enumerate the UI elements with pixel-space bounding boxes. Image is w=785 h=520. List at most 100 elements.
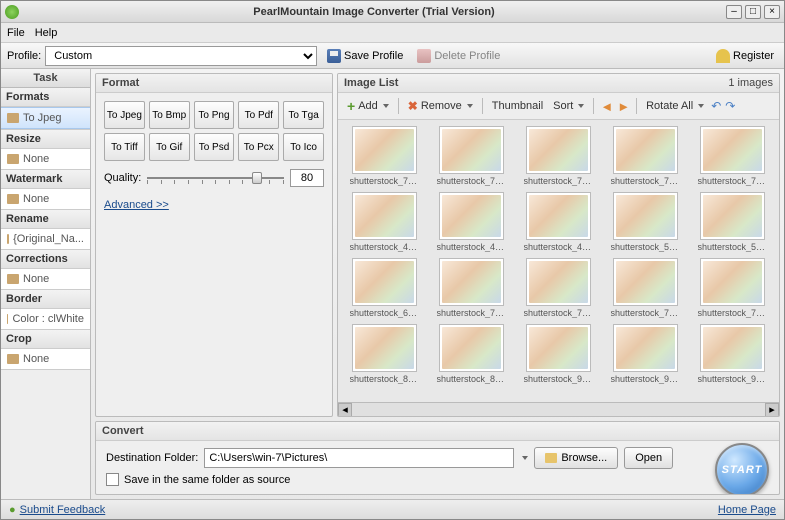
profile-select[interactable]: Custom (45, 46, 317, 66)
thumbnail-item[interactable]: shutterstock_93763... (605, 324, 686, 384)
thumbnail-item[interactable]: shutterstock_75987... (518, 126, 599, 186)
thumbnail-image (526, 324, 591, 372)
delete-icon (417, 49, 431, 63)
rotate-all-button[interactable]: Rotate All (643, 98, 707, 114)
maximize-button[interactable]: □ (745, 5, 761, 19)
thumbnail-item[interactable]: shutterstock_80504... (344, 324, 425, 384)
thumbnail-item[interactable]: shutterstock_44825... (344, 192, 425, 252)
sidebar-item-watermark[interactable]: None (1, 189, 90, 209)
sidebar-item-crop[interactable]: None (1, 349, 90, 369)
thumbnail-image (439, 192, 504, 240)
thumbnail-item[interactable]: shutterstock_75987... (692, 126, 773, 186)
thumbnail-image (439, 324, 504, 372)
item-icon (7, 274, 19, 284)
thumbnail-item[interactable]: shutterstock_70341... (518, 258, 599, 318)
submit-feedback-link[interactable]: Submit Feedback (20, 504, 106, 516)
sidebar-item-resize[interactable]: None (1, 149, 90, 169)
format-btn-to-pcx[interactable]: To Pcx (238, 133, 279, 161)
samefolder-label: Save in the same folder as source (124, 474, 290, 486)
remove-button[interactable]: ✖Remove (405, 97, 476, 115)
rotate-left-icon[interactable]: ↶ (711, 99, 721, 113)
thumbnail-item[interactable]: shutterstock_48115... (518, 192, 599, 252)
quality-value[interactable]: 80 (290, 169, 324, 187)
format-btn-to-bmp[interactable]: To Bmp (149, 101, 190, 129)
thumbnail-caption: shutterstock_75987... (698, 176, 768, 186)
format-btn-to-tiff[interactable]: To Tiff (104, 133, 145, 161)
sidebar-group-formats[interactable]: Formats (1, 88, 90, 107)
sidebar-item-rename[interactable]: {Original_Na... (1, 229, 90, 249)
sort-button[interactable]: Sort (550, 98, 587, 114)
sidebar-item-border[interactable]: Color : clWhite (1, 309, 90, 329)
format-buttons-grid: To JpegTo BmpTo PngTo PdfTo TgaTo TiffTo… (104, 101, 324, 161)
thumbnail-item[interactable]: shutterstock_66900... (344, 258, 425, 318)
browse-button[interactable]: Browse... (534, 447, 618, 469)
scroll-left-button[interactable]: ◂ (338, 403, 352, 417)
register-button[interactable]: Register (712, 47, 778, 65)
format-btn-to-png[interactable]: To Png (194, 101, 235, 129)
thumbnail-caption: shutterstock_75987... (611, 176, 681, 186)
format-panel: Format To JpegTo BmpTo PngTo PdfTo TgaTo… (95, 73, 333, 417)
dest-dropdown[interactable] (522, 456, 528, 460)
scroll-right-button[interactable]: ▸ (765, 403, 779, 417)
thumbnail-caption: shutterstock_83199... (437, 374, 507, 384)
close-button[interactable]: × (764, 5, 780, 19)
menu-file[interactable]: File (7, 27, 25, 39)
thumbnail-item[interactable]: shutterstock_95676... (692, 324, 773, 384)
rotate-right-icon[interactable]: ↷ (725, 99, 735, 113)
statusbar: ● Submit Feedback Home Page (1, 499, 784, 519)
advanced-link[interactable]: Advanced >> (104, 195, 324, 211)
minimize-button[interactable]: – (726, 5, 742, 19)
thumbnail-caption: shutterstock_75987... (698, 308, 768, 318)
imagelist-count: 1 images (728, 77, 773, 89)
thumbnail-caption: shutterstock_70051... (437, 308, 507, 318)
thumbnail-item[interactable]: shutterstock_55630... (692, 192, 773, 252)
sidebar-group-crop[interactable]: Crop (1, 330, 90, 349)
thumbnail-caption: shutterstock_72193... (611, 308, 681, 318)
thumbnail-item[interactable]: shutterstock_75987... (344, 126, 425, 186)
add-button[interactable]: +Add (344, 96, 392, 116)
save-profile-button[interactable]: Save Profile (323, 47, 407, 65)
thumbnail-item[interactable]: shutterstock_72193... (605, 258, 686, 318)
open-button[interactable]: Open (624, 447, 673, 469)
sidebar-group-rename[interactable]: Rename (1, 210, 90, 229)
format-btn-to-ico[interactable]: To Ico (283, 133, 324, 161)
samefolder-checkbox[interactable] (106, 473, 119, 486)
thumbnail-item[interactable]: shutterstock_44825... (431, 192, 512, 252)
start-button[interactable]: START (715, 443, 769, 495)
convert-panel: Convert Destination Folder: Browse... Op… (95, 421, 780, 495)
thumbnail-image (439, 126, 504, 174)
format-btn-to-psd[interactable]: To Psd (194, 133, 235, 161)
prev-button[interactable]: ◄ (600, 99, 613, 114)
thumbnail-item[interactable]: shutterstock_83199... (431, 324, 512, 384)
format-btn-to-tga[interactable]: To Tga (283, 101, 324, 129)
thumbnail-button[interactable]: Thumbnail (489, 98, 546, 114)
home-page-link[interactable]: Home Page (718, 504, 776, 516)
thumbnail-item[interactable]: shutterstock_75987... (605, 126, 686, 186)
sidebar-group-watermark[interactable]: Watermark (1, 170, 90, 189)
format-btn-to-gif[interactable]: To Gif (149, 133, 190, 161)
sidebar-item-corrections[interactable]: None (1, 269, 90, 289)
menu-help[interactable]: Help (35, 27, 58, 39)
thumbnail-image (352, 324, 417, 372)
thumbnail-caption: shutterstock_44825... (350, 242, 420, 252)
sidebar-item-formats[interactable]: To Jpeg (1, 107, 90, 129)
thumbnail-item[interactable]: shutterstock_93613... (518, 324, 599, 384)
delete-profile-button[interactable]: Delete Profile (413, 47, 504, 65)
dest-input[interactable] (204, 448, 514, 468)
app-window: PearlMountain Image Converter (Trial Ver… (0, 0, 785, 520)
slider-thumb[interactable] (252, 172, 262, 184)
quality-slider[interactable] (147, 169, 284, 187)
format-btn-to-jpeg[interactable]: To Jpeg (104, 101, 145, 129)
thumbnail-item[interactable]: shutterstock_70051... (431, 258, 512, 318)
format-btn-to-pdf[interactable]: To Pdf (238, 101, 279, 129)
sidebar-group-corrections[interactable]: Corrections (1, 250, 90, 269)
thumbnails-scroll[interactable]: shutterstock_75987...shutterstock_75987.… (338, 120, 779, 402)
thumbnail-item[interactable]: shutterstock_75987... (692, 258, 773, 318)
thumbnail-image (352, 192, 417, 240)
thumbnail-item[interactable]: shutterstock_75987... (431, 126, 512, 186)
horizontal-scrollbar[interactable]: ◂ ▸ (338, 402, 779, 416)
thumbnail-item[interactable]: shutterstock_52322... (605, 192, 686, 252)
sidebar-group-resize[interactable]: Resize (1, 130, 90, 149)
sidebar-group-border[interactable]: Border (1, 290, 90, 309)
next-button[interactable]: ► (617, 99, 630, 114)
